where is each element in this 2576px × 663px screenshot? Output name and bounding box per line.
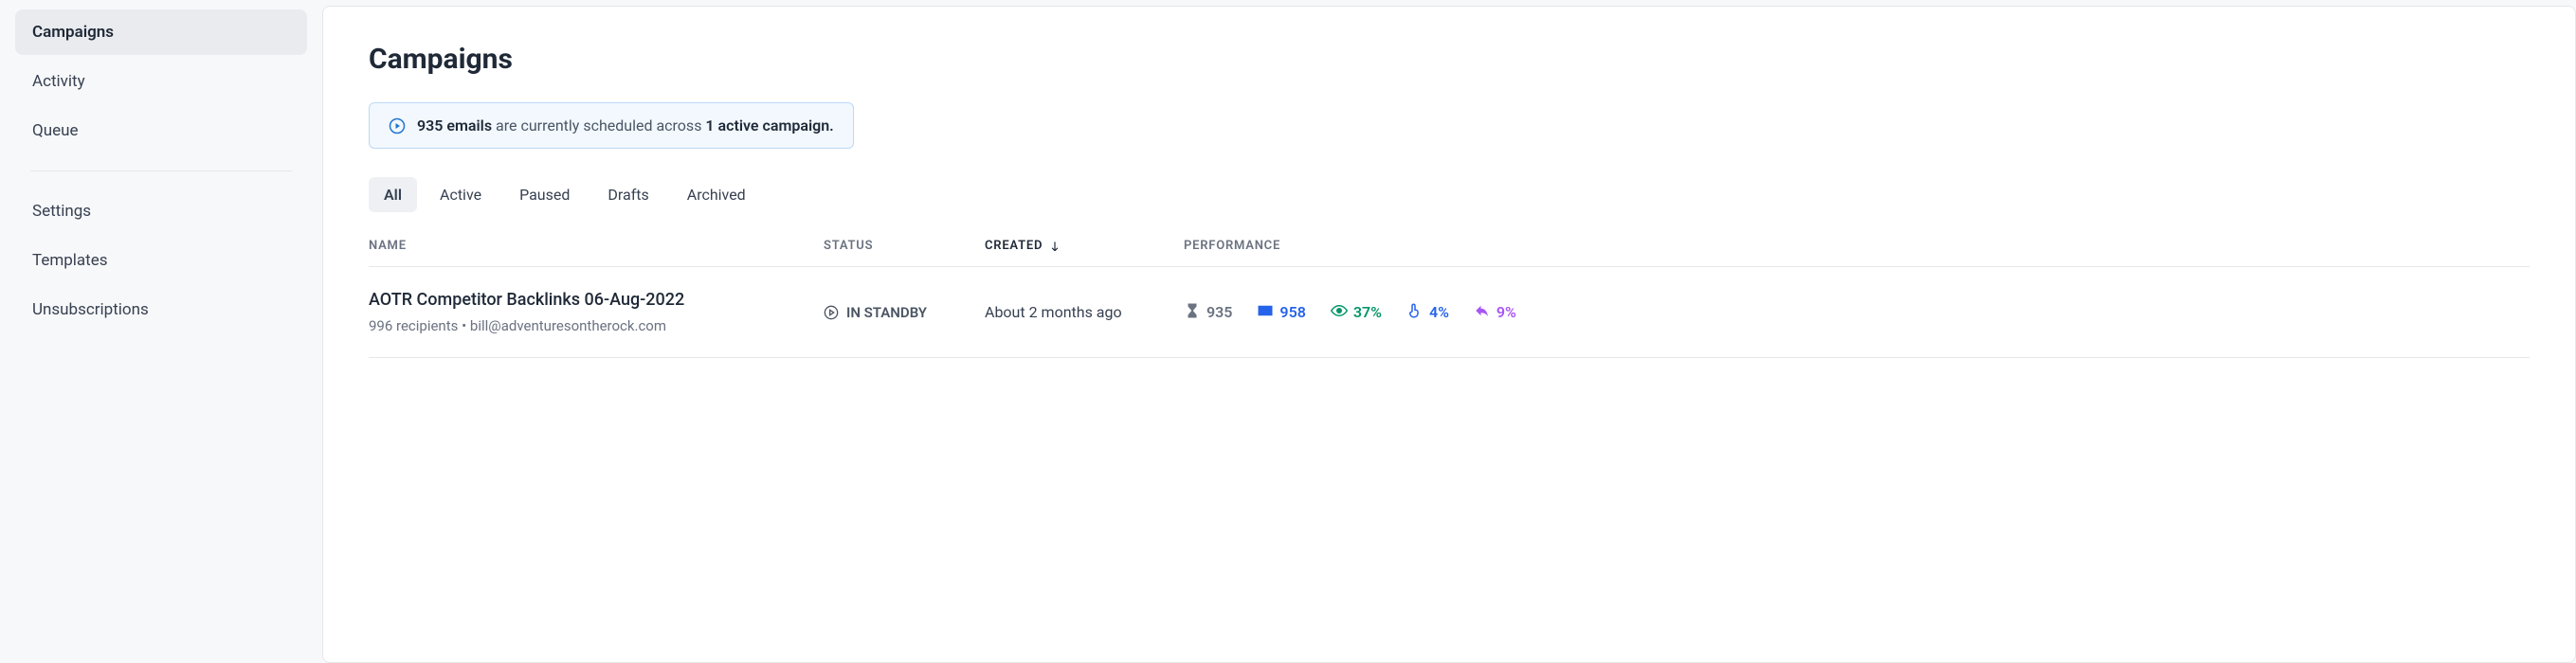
tab-label: Active bbox=[440, 186, 481, 204]
sidebar-item-templates[interactable]: Templates bbox=[15, 238, 307, 283]
pointer-icon bbox=[1406, 302, 1424, 323]
filter-tabs: All Active Paused Drafts Archived bbox=[369, 177, 2530, 212]
cell-performance: 935 958 37% 4% 9% bbox=[1184, 302, 2530, 323]
sidebar: Campaigns Activity Queue Settings Templa… bbox=[0, 0, 322, 663]
campaign-subtitle: 996 recipients • bill@adventuresontheroc… bbox=[369, 317, 824, 334]
banner-mid: are currently scheduled across bbox=[492, 116, 705, 134]
metric-value: 9% bbox=[1497, 303, 1516, 321]
tab-active[interactable]: Active bbox=[425, 177, 497, 212]
col-header-created-label: CREATED bbox=[985, 239, 1043, 253]
metric-reply-rate: 9% bbox=[1474, 302, 1516, 323]
cell-status: IN STANDBY bbox=[824, 304, 985, 321]
play-circle-outline-icon bbox=[824, 305, 839, 320]
col-header-name[interactable]: NAME bbox=[369, 239, 824, 253]
sidebar-item-label: Unsubscriptions bbox=[32, 300, 149, 319]
tab-drafts[interactable]: Drafts bbox=[592, 177, 663, 212]
metric-value: 958 bbox=[1279, 303, 1305, 321]
metric-open-rate: 37% bbox=[1331, 302, 1382, 323]
recipient-count: 996 recipients bbox=[369, 317, 458, 334]
banner-text: 935 emails are currently scheduled acros… bbox=[417, 116, 834, 134]
sidebar-item-label: Activity bbox=[32, 72, 85, 91]
page-title: Campaigns bbox=[369, 43, 2530, 76]
metric-sent: 958 bbox=[1257, 302, 1305, 323]
banner-campaign: 1 active campaign. bbox=[705, 116, 833, 134]
banner-count: 935 emails bbox=[417, 116, 492, 134]
tab-label: Drafts bbox=[608, 186, 648, 204]
play-circle-icon bbox=[389, 117, 406, 134]
sidebar-item-label: Campaigns bbox=[32, 23, 114, 42]
sender-email: bill@adventuresontherock.com bbox=[470, 317, 666, 334]
tab-archived[interactable]: Archived bbox=[672, 177, 761, 212]
table-row[interactable]: AOTR Competitor Backlinks 06-Aug-2022 99… bbox=[369, 267, 2530, 358]
tab-paused[interactable]: Paused bbox=[504, 177, 585, 212]
info-banner: 935 emails are currently scheduled acros… bbox=[369, 102, 854, 149]
tab-label: All bbox=[384, 186, 402, 204]
eye-icon bbox=[1331, 302, 1348, 323]
tab-label: Paused bbox=[519, 186, 570, 204]
sidebar-divider bbox=[30, 170, 292, 171]
envelope-icon bbox=[1257, 302, 1274, 323]
sidebar-item-label: Templates bbox=[32, 251, 108, 270]
metric-value: 4% bbox=[1429, 303, 1449, 321]
hourglass-icon bbox=[1184, 302, 1201, 323]
cell-created: About 2 months ago bbox=[985, 303, 1184, 321]
tab-all[interactable]: All bbox=[369, 177, 417, 212]
table-header: NAME STATUS CREATED PERFORMANCE bbox=[369, 239, 2530, 267]
tab-label: Archived bbox=[687, 186, 746, 204]
arrow-down-icon bbox=[1048, 240, 1061, 253]
col-header-created[interactable]: CREATED bbox=[985, 239, 1184, 253]
sidebar-item-queue[interactable]: Queue bbox=[15, 108, 307, 153]
sidebar-item-campaigns[interactable]: Campaigns bbox=[15, 9, 307, 55]
cell-name: AOTR Competitor Backlinks 06-Aug-2022 99… bbox=[369, 290, 824, 334]
status-label: IN STANDBY bbox=[846, 304, 927, 321]
sidebar-item-unsubscriptions[interactable]: Unsubscriptions bbox=[15, 287, 307, 332]
metric-value: 37% bbox=[1353, 303, 1382, 321]
sidebar-item-settings[interactable]: Settings bbox=[15, 188, 307, 234]
metric-value: 935 bbox=[1206, 303, 1232, 321]
sidebar-item-label: Queue bbox=[32, 121, 78, 140]
main-panel: Campaigns 935 emails are currently sched… bbox=[322, 6, 2576, 663]
reply-icon bbox=[1474, 302, 1491, 323]
sidebar-item-activity[interactable]: Activity bbox=[15, 59, 307, 104]
col-header-status[interactable]: STATUS bbox=[824, 239, 985, 253]
col-header-performance[interactable]: PERFORMANCE bbox=[1184, 239, 2530, 253]
dot-separator: • bbox=[462, 317, 470, 334]
campaign-name: AOTR Competitor Backlinks 06-Aug-2022 bbox=[369, 290, 824, 310]
metric-click-rate: 4% bbox=[1406, 302, 1449, 323]
sidebar-item-label: Settings bbox=[32, 202, 91, 221]
metric-queued: 935 bbox=[1184, 302, 1232, 323]
